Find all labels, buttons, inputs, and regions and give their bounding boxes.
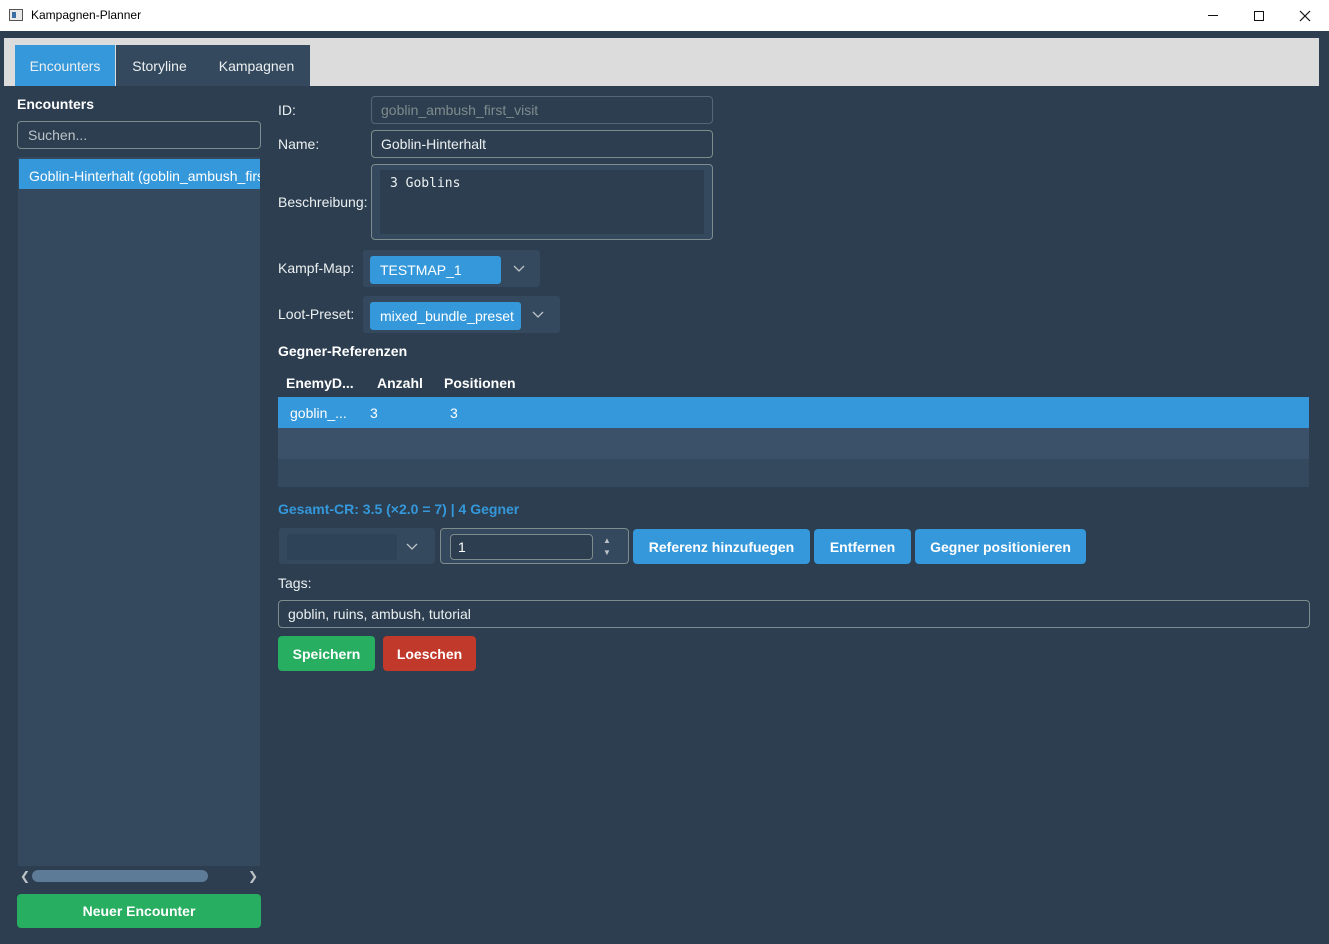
column-header-positions[interactable]: Positionen: [444, 375, 516, 391]
cell-positions: 3: [450, 405, 458, 421]
tags-field[interactable]: goblin, ruins, ambush, tutorial: [278, 600, 1310, 628]
enemy-references-title: Gegner-Referenzen: [278, 343, 408, 359]
map-select[interactable]: TESTMAP_1: [362, 249, 541, 288]
enemy-references-table[interactable]: EnemyD... Anzahl Positionen goblin_... 3…: [278, 368, 1309, 487]
cr-summary: Gesamt-CR: 3.5 (×2.0 = 7) | 4 Gegner: [278, 501, 520, 517]
enemy-select-value: [287, 534, 397, 560]
minimize-button[interactable]: [1190, 0, 1236, 31]
close-icon: [1299, 10, 1311, 21]
description-text[interactable]: 3 Goblins: [380, 170, 704, 234]
table-header: EnemyD... Anzahl Positionen: [278, 368, 1309, 397]
tab-storyline[interactable]: Storyline: [116, 45, 203, 86]
remove-reference-button[interactable]: Entfernen: [814, 529, 911, 564]
encounter-list[interactable]: Goblin-Hinterhalt (goblin_ambush_first_v…: [17, 156, 261, 886]
decrement-icon[interactable]: ▼: [601, 547, 613, 559]
app-icon: [9, 9, 23, 21]
quantity-stepper[interactable]: 1 ▲ ▼: [440, 528, 629, 564]
id-field: goblin_ambush_first_visit: [371, 96, 713, 124]
chevron-right-icon[interactable]: ❯: [248, 869, 258, 883]
list-item[interactable]: Goblin-Hinterhalt (goblin_ambush_first_v…: [19, 159, 260, 189]
table-row-empty: [278, 428, 1309, 459]
chevron-left-icon[interactable]: ❮: [20, 869, 30, 883]
loot-label: Loot-Preset:: [278, 306, 355, 322]
enemy-select[interactable]: [278, 527, 436, 565]
tab-kampagnen[interactable]: Kampagnen: [203, 45, 310, 86]
sidebar-title: Encounters: [17, 96, 95, 112]
tab-encounters[interactable]: Encounters: [15, 45, 115, 86]
description-textarea[interactable]: 3 Goblins: [371, 164, 713, 240]
chevron-down-icon: [529, 306, 547, 324]
increment-icon[interactable]: ▲: [601, 535, 613, 547]
cell-count: 3: [370, 405, 378, 421]
close-button[interactable]: [1282, 0, 1328, 31]
position-enemies-button[interactable]: Gegner positionieren: [915, 529, 1086, 564]
chevron-down-icon: [510, 260, 528, 278]
maximize-button[interactable]: [1236, 0, 1282, 31]
window-titlebar: Kampagnen-Planner: [0, 0, 1329, 31]
tags-label: Tags:: [278, 575, 312, 591]
maximize-icon: [1254, 10, 1264, 21]
map-select-value: TESTMAP_1: [370, 256, 501, 284]
id-label: ID:: [278, 102, 296, 118]
cell-enemy: goblin_...: [290, 405, 347, 421]
table-row[interactable]: goblin_... 3 3: [278, 397, 1309, 428]
name-field[interactable]: Goblin-Hinterhalt: [371, 130, 713, 158]
add-reference-button[interactable]: Referenz hinzufuegen: [633, 529, 810, 564]
description-label: Beschreibung:: [278, 194, 368, 210]
scrollbar-thumb[interactable]: [32, 870, 208, 882]
stepper-arrows[interactable]: ▲ ▼: [601, 535, 613, 559]
map-label: Kampf-Map:: [278, 260, 355, 276]
window-title: Kampagnen-Planner: [31, 8, 142, 22]
column-header-count[interactable]: Anzahl: [377, 375, 423, 391]
loot-select-value: mixed_bundle_preset: [370, 302, 521, 330]
save-button[interactable]: Speichern: [278, 636, 375, 671]
chevron-down-icon: [403, 538, 421, 556]
new-encounter-button[interactable]: Neuer Encounter: [17, 894, 261, 928]
delete-button[interactable]: Loeschen: [383, 636, 476, 671]
table-row-empty: [278, 459, 1309, 487]
name-label: Name:: [278, 136, 320, 152]
tab-header: Encounters Storyline Kampagnen: [4, 38, 1319, 86]
search-input[interactable]: [17, 121, 261, 149]
loot-select[interactable]: mixed_bundle_preset: [362, 295, 561, 334]
column-header-enemy[interactable]: EnemyD...: [286, 375, 354, 391]
quantity-input[interactable]: 1: [450, 534, 593, 560]
horizontal-scrollbar[interactable]: ❮ ❯: [17, 866, 261, 886]
minimize-icon: [1208, 15, 1218, 16]
